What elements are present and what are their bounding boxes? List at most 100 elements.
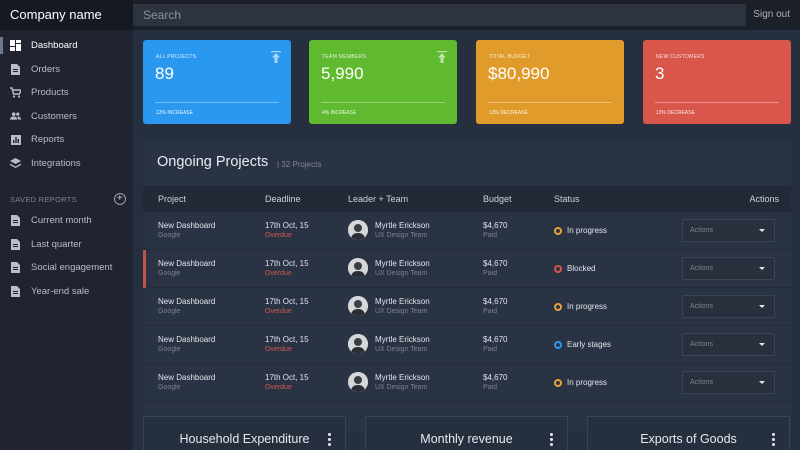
caret-down-icon bbox=[759, 229, 765, 232]
brand-name[interactable]: Company name bbox=[0, 0, 133, 30]
leader-cell: Myrtle Erickson UX Design Team bbox=[375, 259, 430, 277]
project-client: Google bbox=[158, 270, 181, 277]
deadline-date: 17th Oct, 15 bbox=[265, 259, 309, 268]
saved-report-current-month[interactable]: Current month bbox=[0, 209, 133, 233]
actions-dropdown[interactable]: Actions bbox=[682, 295, 775, 318]
table-row[interactable]: New Dashboard Google 17th Oct, 15 Overdu… bbox=[143, 250, 791, 288]
budget-cell: $4,670 Paid bbox=[483, 221, 507, 239]
status-label: In progress bbox=[567, 378, 608, 387]
budget-amount: $4,670 bbox=[483, 221, 508, 230]
leader-name: Myrtle Erickson bbox=[375, 335, 430, 344]
sign-out-link[interactable]: Sign out bbox=[753, 0, 790, 30]
dashboard-icon bbox=[10, 40, 21, 52]
status-dot bbox=[554, 302, 562, 311]
team-name: UX Design Team bbox=[375, 270, 428, 277]
status-cell: In progress bbox=[554, 302, 607, 311]
saved-report-label: Social engagement bbox=[31, 262, 113, 274]
budget-amount: $4,670 bbox=[483, 335, 508, 344]
actions-dropdown[interactable]: Actions bbox=[682, 219, 775, 242]
panel-title: Ongoing Projects bbox=[157, 154, 269, 170]
project-client: Google bbox=[158, 346, 181, 353]
bar-chart-icon bbox=[10, 134, 21, 145]
saved-report-label: Current month bbox=[31, 215, 92, 227]
sidebar-item-products[interactable]: Products bbox=[0, 81, 133, 105]
stat-label: NEW CUSTOMERS bbox=[656, 54, 705, 60]
stat-card-all-projects[interactable]: ALL PROJECTS 89 12% INCREASE bbox=[143, 40, 291, 124]
sidebar-item-reports[interactable]: Reports bbox=[0, 128, 133, 152]
saved-report-social-engagement[interactable]: Social engagement bbox=[0, 256, 133, 280]
sidebar-item-orders[interactable]: Orders bbox=[0, 58, 133, 82]
status-dot bbox=[554, 264, 562, 273]
stat-card-team-members[interactable]: TEAM MEMBERS 5,990 4% INCREASE bbox=[309, 40, 457, 124]
stat-card-new-customers[interactable]: NEW CUSTOMERS 3 13% DECREASE bbox=[643, 40, 791, 124]
leader-name: Myrtle Erickson bbox=[375, 221, 430, 230]
saved-report-last-quarter[interactable]: Last quarter bbox=[0, 233, 133, 257]
stat-divider bbox=[488, 102, 612, 103]
actions-label: Actions bbox=[690, 341, 713, 348]
add-report-button[interactable]: + bbox=[114, 193, 126, 205]
more-vertical-icon[interactable] bbox=[550, 433, 553, 446]
saved-reports-header: SAVED REPORTS + bbox=[0, 189, 133, 209]
leader-name: Myrtle Erickson bbox=[375, 259, 430, 268]
column-header-project: Project bbox=[158, 194, 187, 204]
status-cell: In progress bbox=[554, 378, 607, 387]
actions-dropdown[interactable]: Actions bbox=[682, 257, 775, 280]
leader-name: Myrtle Erickson bbox=[375, 297, 430, 306]
table-row[interactable]: New Dashboard Google 17th Oct, 15 Overdu… bbox=[143, 326, 791, 364]
cart-icon bbox=[10, 87, 21, 98]
stat-label: TEAM MEMBERS bbox=[322, 54, 367, 60]
avatar bbox=[348, 372, 368, 392]
arrow-up-icon bbox=[271, 51, 281, 63]
budget-cell: $4,670 Paid bbox=[483, 259, 507, 277]
budget-status: Paid bbox=[483, 232, 498, 239]
status-cell: Blocked bbox=[554, 264, 595, 273]
budget-cell: $4,670 Paid bbox=[483, 297, 507, 315]
budget-amount: $4,670 bbox=[483, 297, 508, 306]
stat-card-total-budget[interactable]: TOTAL BUDGET $80,990 13% DECREASE bbox=[476, 40, 624, 124]
file-icon bbox=[10, 215, 21, 227]
actions-dropdown[interactable]: Actions bbox=[682, 333, 775, 356]
status-cell: Early stages bbox=[554, 340, 611, 349]
more-vertical-icon[interactable] bbox=[772, 433, 775, 446]
avatar bbox=[348, 296, 368, 316]
more-vertical-icon[interactable] bbox=[328, 433, 331, 446]
deadline-cell: 17th Oct, 15 Overdue bbox=[265, 221, 309, 239]
table-row[interactable]: New Dashboard Google 17th Oct, 15 Overdu… bbox=[143, 212, 791, 250]
actions-dropdown[interactable]: Actions bbox=[682, 371, 775, 394]
deadline-cell: 17th Oct, 15 Overdue bbox=[265, 373, 309, 391]
team-name: UX Design Team bbox=[375, 308, 428, 315]
stat-value: 5,990 bbox=[321, 64, 364, 83]
top-bar: Company name Sign out bbox=[0, 0, 800, 30]
panel-title: Monthly revenue bbox=[420, 432, 513, 446]
deadline-cell: 17th Oct, 15 Overdue bbox=[265, 259, 309, 277]
stat-divider bbox=[321, 102, 445, 103]
caret-down-icon bbox=[759, 381, 765, 384]
sidebar-item-customers[interactable]: Customers bbox=[0, 105, 133, 129]
saved-report-year-end-sale[interactable]: Year-end sale bbox=[0, 280, 133, 304]
status-label: In progress bbox=[567, 302, 608, 311]
saved-report-label: Last quarter bbox=[31, 238, 82, 250]
project-name: New Dashboard bbox=[158, 297, 216, 306]
table-row[interactable]: New Dashboard Google 17th Oct, 15 Overdu… bbox=[143, 364, 791, 402]
sidebar-item-integrations[interactable]: Integrations bbox=[0, 152, 133, 176]
project-name: New Dashboard bbox=[158, 221, 216, 230]
project-cell: New Dashboard Google bbox=[158, 335, 215, 353]
search-input[interactable] bbox=[133, 4, 746, 26]
column-header-deadline: Deadline bbox=[265, 194, 301, 204]
project-client: Google bbox=[158, 308, 181, 315]
sidebar-item-dashboard[interactable]: Dashboard bbox=[0, 34, 133, 58]
panel-title: Exports of Goods bbox=[640, 432, 737, 446]
saved-reports-title: SAVED REPORTS bbox=[10, 194, 77, 204]
stat-value: $80,990 bbox=[488, 64, 550, 83]
file-icon bbox=[10, 262, 21, 274]
table-row[interactable]: New Dashboard Google 17th Oct, 15 Overdu… bbox=[143, 288, 791, 326]
caret-down-icon bbox=[759, 267, 765, 270]
leader-name: Myrtle Erickson bbox=[375, 373, 430, 382]
deadline-date: 17th Oct, 15 bbox=[265, 335, 309, 344]
status-cell: In progress bbox=[554, 226, 607, 235]
saved-report-label: Year-end sale bbox=[31, 285, 90, 297]
deadline-status: Overdue bbox=[265, 270, 292, 277]
deadline-date: 17th Oct, 15 bbox=[265, 373, 309, 382]
budget-status: Paid bbox=[483, 270, 498, 277]
sidebar-item-label: Dashboard bbox=[31, 40, 78, 52]
